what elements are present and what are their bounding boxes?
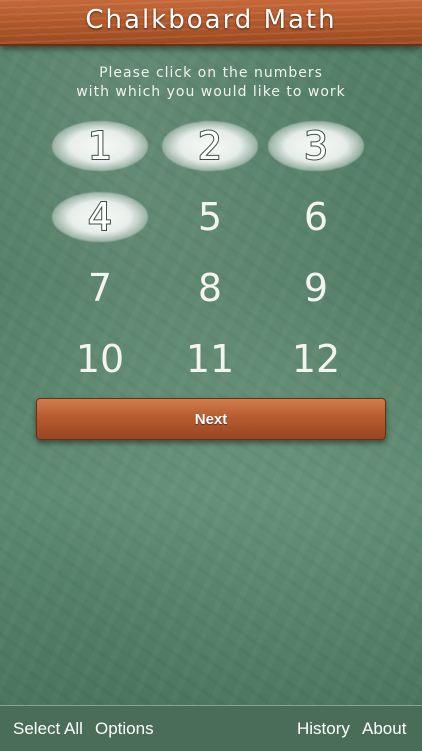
number-1-button[interactable]: 1: [52, 117, 148, 175]
number-6-button[interactable]: 6: [268, 188, 364, 246]
number-label: 9: [303, 266, 329, 310]
number-7-button[interactable]: 7: [52, 259, 148, 317]
number-10-button[interactable]: 10: [52, 330, 148, 388]
number-label: 8: [197, 266, 223, 310]
number-8-button[interactable]: 8: [162, 259, 258, 317]
number-label: 12: [291, 337, 341, 381]
number-5-button[interactable]: 5: [162, 188, 258, 246]
bottom-toolbar: Select All Options History About: [0, 705, 422, 751]
instructions-line-1: Please click on the numbers: [99, 65, 323, 81]
instructions-line-2: with which you would like to work: [76, 84, 346, 100]
number-label: 2: [197, 123, 223, 169]
number-11-button[interactable]: 11: [162, 330, 258, 388]
number-4-button[interactable]: 4: [52, 188, 148, 246]
number-2-button[interactable]: 2: [162, 117, 258, 175]
number-3-button[interactable]: 3: [268, 117, 364, 175]
number-label: 11: [185, 337, 235, 381]
select-all-button[interactable]: Select All: [13, 719, 83, 739]
next-button[interactable]: Next: [36, 398, 386, 440]
title-bar: Chalkboard Math: [0, 0, 422, 46]
number-label: 3: [303, 123, 329, 169]
number-label: 1: [87, 123, 113, 169]
number-label: 4: [87, 194, 113, 240]
instructions: Please click on the numbers with which y…: [30, 64, 392, 102]
history-button[interactable]: History: [297, 719, 350, 739]
number-9-button[interactable]: 9: [268, 259, 364, 317]
app-title: Chalkboard Math: [85, 5, 337, 35]
number-12-button[interactable]: 12: [268, 330, 364, 388]
number-label: 7: [87, 266, 113, 310]
number-label: 6: [303, 195, 329, 239]
about-button[interactable]: About: [362, 719, 406, 739]
number-label: 5: [197, 195, 223, 239]
options-button[interactable]: Options: [95, 719, 154, 739]
number-label: 10: [75, 337, 125, 381]
